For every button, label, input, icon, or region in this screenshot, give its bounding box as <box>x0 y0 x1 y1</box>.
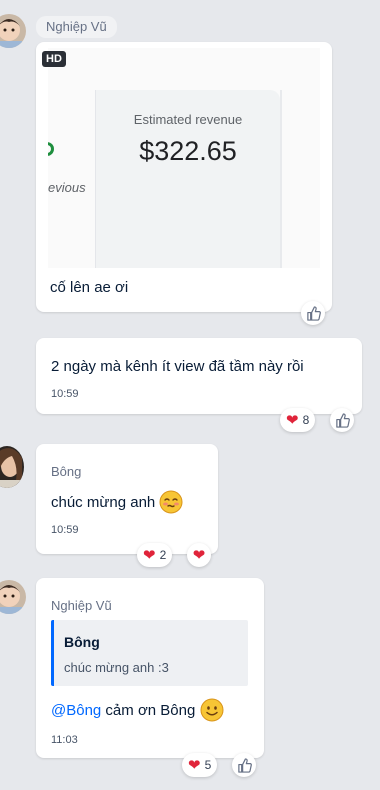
message-text: chúc mừng anh <box>51 490 183 514</box>
heart-icon: ❤ <box>188 756 201 774</box>
avatar-nghiep-vu[interactable] <box>0 580 26 614</box>
mention-link[interactable]: @Bông <box>51 702 101 719</box>
like-icon <box>306 305 321 321</box>
reaction-summary[interactable]: ❤ 8 <box>280 408 316 432</box>
avatar-nghiep-vu[interactable] <box>0 14 26 48</box>
message-time: 11:03 <box>51 734 78 746</box>
like-icon <box>335 412 350 428</box>
message-time: 10:59 <box>51 388 79 400</box>
heart-react-button[interactable]: ❤ <box>187 543 211 567</box>
smile-emoji-icon <box>200 698 224 722</box>
message-text-content: chúc mừng anh <box>51 493 156 511</box>
reaction-summary[interactable]: ❤ 5 <box>182 753 218 777</box>
sender-name-pill: Nghiệp Vũ <box>36 16 117 38</box>
like-button[interactable] <box>330 408 354 432</box>
metric-value: $322.65 <box>139 136 237 166</box>
blush-emoji-icon <box>159 490 183 514</box>
like-button[interactable] <box>301 301 325 325</box>
heart-icon: ❤ <box>143 546 156 564</box>
preview-left-panel: evious <box>48 90 96 268</box>
metric-card: Estimated revenue $322.65 <box>96 90 280 268</box>
reaction-count: 8 <box>302 413 310 427</box>
reply-message-bubble[interactable]: Nghiệp Vũ Bông chúc mừng anh :3 @Bông cả… <box>36 578 264 758</box>
metric-label: Estimated revenue <box>133 112 243 127</box>
avatar-bong[interactable] <box>0 446 24 488</box>
heart-icon: ❤ <box>286 411 299 429</box>
sender-name: Bông <box>51 464 82 479</box>
quoted-message[interactable]: Bông chúc mừng anh :3 <box>51 620 248 686</box>
quote-author: Bông <box>64 634 100 650</box>
image-message-bubble[interactable]: evious Estimated revenue $322.65 HD cố l… <box>36 42 332 312</box>
reaction-count: 2 <box>159 548 167 562</box>
text-message-bubble[interactable]: 2 ngày mà kênh ít view đã tầm này rồi 10… <box>36 338 362 414</box>
preview-green-indicator <box>48 142 54 156</box>
message-text: cố lên ae ơi <box>50 279 129 296</box>
message-text: 2 ngày mà kênh ít view đã tầm này rồi <box>51 358 304 375</box>
message-text: @Bông cảm ơn Bông <box>51 698 224 722</box>
reaction-count: 5 <box>204 758 212 772</box>
text-message-bubble[interactable]: Bông chúc mừng anh 10:59 <box>36 444 218 554</box>
like-button[interactable] <box>232 753 256 777</box>
heart-icon: ❤ <box>192 546 206 564</box>
like-icon <box>237 757 252 773</box>
quote-text: chúc mừng anh :3 <box>64 660 169 675</box>
message-text-content: cảm ơn Bông <box>101 701 196 719</box>
preview-left-caption: evious <box>48 180 86 195</box>
hd-badge: HD <box>42 51 66 67</box>
sender-name: Nghiệp Vũ <box>51 598 112 613</box>
sender-name: Nghiệp Vũ <box>46 19 107 34</box>
image-preview[interactable]: evious Estimated revenue $322.65 <box>48 48 320 268</box>
reaction-summary[interactable]: ❤ 2 <box>137 543 173 567</box>
message-time: 10:59 <box>51 524 79 536</box>
preview-right-border <box>280 90 282 268</box>
